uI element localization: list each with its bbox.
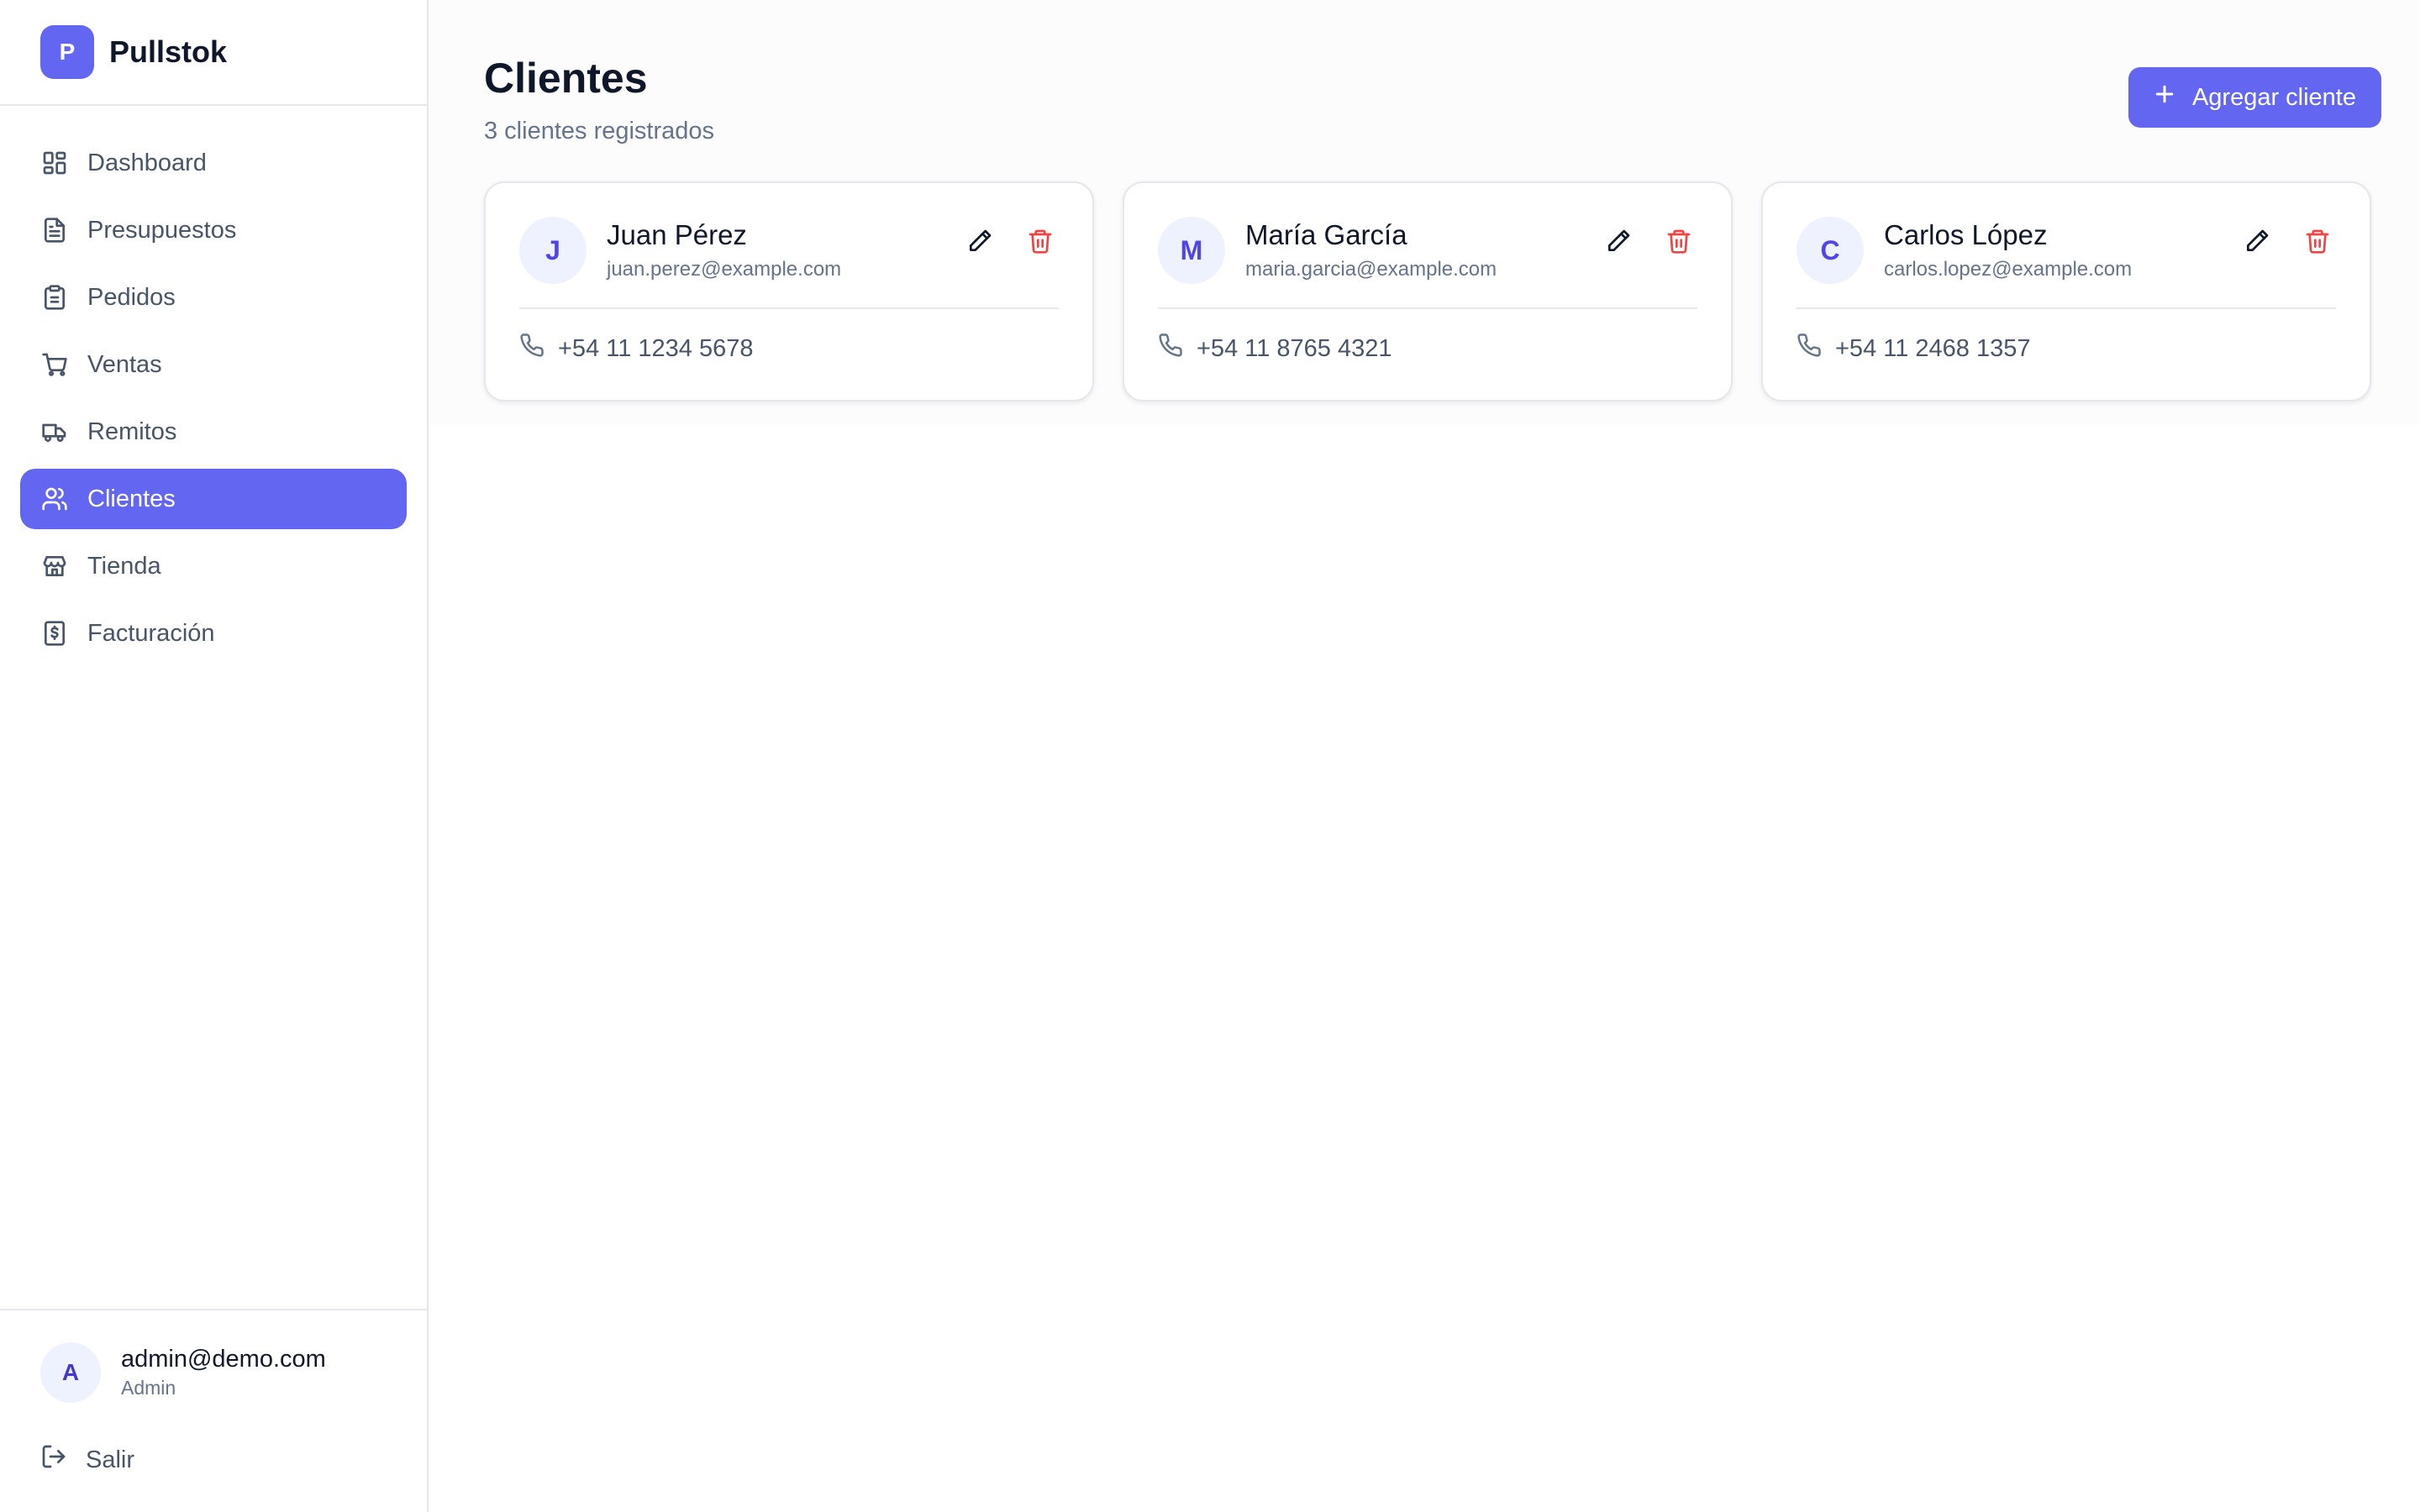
client-avatar: M — [1158, 217, 1225, 284]
user-email: admin@demo.com — [121, 1346, 326, 1373]
sidebar-footer: A admin@demo.com Admin Salir — [0, 1309, 427, 1512]
delete-button[interactable] — [2299, 224, 2336, 261]
sidebar-item-dashboard[interactable]: Dashboard — [20, 133, 407, 193]
sidebar-item-tienda[interactable]: Tienda — [20, 536, 407, 596]
client-cards: J Juan Pérez juan.perez@example.com +54 … — [484, 181, 2371, 402]
truck-icon — [40, 417, 69, 446]
delete-button[interactable] — [1022, 224, 1059, 261]
brand[interactable]: P Pullstok — [0, 0, 427, 106]
sidebar-item-label: Ventas — [87, 350, 162, 378]
card-divider — [1797, 307, 2336, 309]
trash-icon — [1027, 228, 1054, 259]
trash-icon — [2304, 228, 2331, 259]
logout-label: Salir — [86, 1446, 135, 1473]
sidebar-item-pedidos[interactable]: Pedidos — [20, 267, 407, 328]
clipboard-icon — [40, 283, 69, 312]
edit-button[interactable] — [1600, 224, 1637, 261]
invoice-icon — [40, 619, 69, 648]
app: P Pullstok Dashboard Presupuestos Pedido… — [0, 0, 2420, 1512]
sidebar-item-label: Tienda — [87, 552, 161, 580]
client-phone: +54 11 2468 1357 — [1835, 334, 2031, 362]
pencil-icon — [966, 228, 993, 259]
store-icon — [40, 552, 69, 580]
page-header: Clientes 3 clientes registrados — [484, 54, 714, 145]
phone-icon — [1797, 333, 1822, 365]
sidebar-item-label: Pedidos — [87, 283, 176, 311]
pencil-icon — [2244, 228, 2270, 259]
sidebar-item-presupuestos[interactable]: Presupuestos — [20, 200, 407, 260]
client-phone: +54 11 1234 5678 — [558, 334, 754, 362]
add-client-button[interactable]: Agregar cliente — [2128, 67, 2381, 128]
edit-button[interactable] — [2238, 224, 2275, 261]
client-name: Juan Pérez — [607, 219, 747, 250]
user-role: Admin — [121, 1377, 176, 1399]
plus-icon — [2152, 81, 2177, 113]
sidebar-item-clientes[interactable]: Clientes — [20, 469, 407, 529]
client-email: juan.perez@example.com — [607, 258, 842, 281]
pencil-icon — [1605, 228, 1632, 259]
phone-icon — [519, 333, 544, 365]
users-icon — [40, 485, 69, 513]
card-divider — [1158, 307, 1697, 309]
sidebar-item-label: Dashboard — [87, 149, 207, 176]
client-avatar: J — [519, 217, 587, 284]
client-card: C Carlos López carlos.lopez@example.com — [1761, 181, 2371, 402]
client-card: J Juan Pérez juan.perez@example.com +54 … — [484, 181, 1094, 402]
main-content: Clientes 3 clientes registrados Agregar … — [429, 0, 2420, 1512]
client-name: María García — [1245, 219, 1407, 250]
client-email: carlos.lopez@example.com — [1884, 258, 2133, 281]
sidebar: P Pullstok Dashboard Presupuestos Pedido… — [0, 0, 429, 1512]
sidebar-item-remitos[interactable]: Remitos — [20, 402, 407, 462]
sidebar-item-label: Presupuestos — [87, 216, 237, 244]
logout-button[interactable]: Salir — [40, 1443, 387, 1477]
logout-icon — [40, 1443, 67, 1477]
brand-name: Pullstok — [109, 34, 228, 69]
brand-logo: P — [40, 25, 94, 79]
client-card: M María García maria.garcia@example.com — [1123, 181, 1733, 402]
sidebar-item-label: Clientes — [87, 485, 176, 512]
sidebar-item-ventas[interactable]: Ventas — [20, 334, 407, 395]
page-title: Clientes — [484, 55, 648, 102]
user-profile[interactable]: A admin@demo.com Admin — [40, 1342, 387, 1403]
sidebar-nav: Dashboard Presupuestos Pedidos Ventas Re… — [0, 106, 427, 670]
cart-icon — [40, 350, 69, 379]
page-subtitle: 3 clientes registrados — [484, 118, 715, 144]
client-name: Carlos López — [1884, 219, 2048, 250]
edit-button[interactable] — [961, 224, 998, 261]
sidebar-item-facturacion[interactable]: Facturación — [20, 603, 407, 664]
client-phone: +54 11 8765 4321 — [1197, 334, 1392, 362]
dashboard-icon — [40, 149, 69, 177]
document-icon — [40, 216, 69, 244]
sidebar-item-label: Facturación — [87, 619, 215, 647]
add-client-label: Agregar cliente — [2191, 83, 2356, 111]
phone-icon — [1158, 333, 1183, 365]
avatar: A — [40, 1342, 101, 1403]
client-email: maria.garcia@example.com — [1245, 258, 1497, 281]
client-avatar: C — [1797, 217, 1864, 284]
card-divider — [519, 307, 1059, 309]
user-info: admin@demo.com Admin — [121, 1346, 326, 1399]
delete-button[interactable] — [1660, 224, 1697, 261]
trash-icon — [1665, 228, 1692, 259]
sidebar-item-label: Remitos — [87, 417, 177, 445]
